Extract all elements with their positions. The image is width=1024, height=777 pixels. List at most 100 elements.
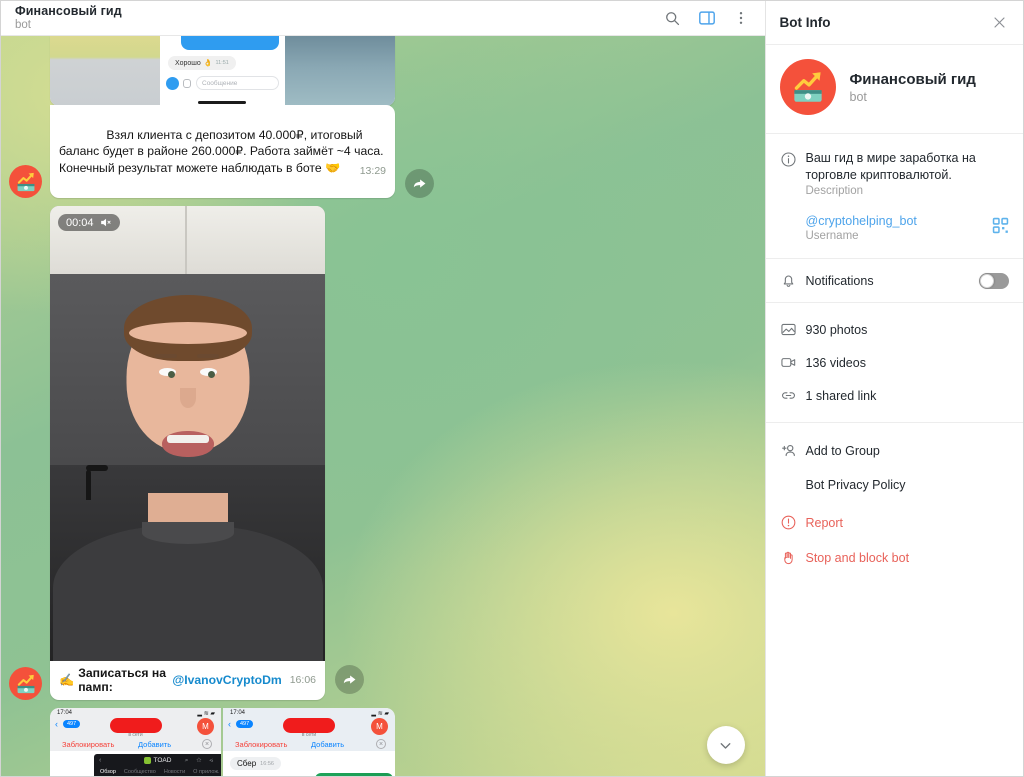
avatar[interactable] bbox=[779, 59, 836, 115]
chevron-down-icon bbox=[720, 742, 731, 749]
report-label: Report bbox=[805, 515, 844, 530]
bell-icon bbox=[780, 272, 806, 289]
bot-type: bot bbox=[849, 89, 867, 104]
sber-label: Сбер bbox=[237, 759, 257, 769]
contact-avatar-right: M bbox=[371, 718, 388, 736]
phone-call-screenshot-left[interactable]: 17:04 ▂ ≋ ▰ ‹ 497 +7 9…11 в сети M Забло… bbox=[50, 708, 221, 776]
message-row-screenshot-bottom: 17:04 ▂ ≋ ▰ ‹ 497 +7 9…11 в сети M Забло… bbox=[1, 708, 765, 776]
chart-money-icon bbox=[17, 674, 34, 693]
message-list[interactable]: Хорошо 👌 11:51 Сообщение Взял клиента с … bbox=[1, 36, 765, 776]
video-thumbnail[interactable]: 00:04 bbox=[50, 206, 325, 662]
right-panel-icon[interactable] bbox=[697, 8, 717, 28]
message-row-video: 00:04 ✍️ Записаться на памп: @IvanovCryp… bbox=[1, 206, 765, 701]
videos-row[interactable]: 136 videos bbox=[766, 346, 1024, 379]
mobile-chat-screenshot-1[interactable] bbox=[50, 36, 160, 106]
status-time-right: 17:04 bbox=[230, 710, 246, 717]
video-icon bbox=[780, 354, 806, 371]
status-time-left: 17:04 bbox=[57, 710, 73, 717]
search-icon[interactable] bbox=[663, 8, 683, 28]
chat-title: Финансовый гид bbox=[15, 3, 122, 18]
coin-name: TOAD bbox=[153, 757, 172, 765]
shared-media-section: 930 photos 136 videos 1 shared link bbox=[765, 302, 1024, 422]
video-bubble[interactable]: 00:04 ✍️ Записаться на памп: @IvanovCryp… bbox=[50, 206, 325, 701]
add-to-group-label: Add to Group bbox=[805, 444, 880, 459]
avatar[interactable] bbox=[9, 667, 42, 701]
video-message-time: 16:06 bbox=[289, 674, 316, 687]
add-label-right[interactable]: Добавить bbox=[311, 740, 344, 749]
bot-privacy-policy-row[interactable]: Bot Privacy Policy bbox=[766, 469, 1024, 501]
description-label: Description bbox=[805, 184, 864, 197]
text-bubble[interactable]: Взял клиента с депозитом 40.000₽, итогов… bbox=[50, 105, 395, 199]
bot-details-section: Ваш гид в мире заработка на торговле кри… bbox=[765, 133, 1024, 258]
caption-emoji: ✍️ bbox=[59, 673, 75, 688]
block-label-right[interactable]: Заблокировать bbox=[235, 740, 287, 749]
notifications-toggle[interactable] bbox=[979, 272, 1009, 289]
description-text: Ваш гид в мире заработка на торговле кри… bbox=[805, 151, 976, 182]
caption-text: Записаться на памп: bbox=[78, 666, 167, 695]
message-row-text: Взял клиента с депозитом 40.000₽, итогов… bbox=[1, 105, 765, 199]
more-vertical-icon[interactable] bbox=[731, 8, 751, 28]
close-icon[interactable] bbox=[989, 13, 1009, 33]
add-label-left[interactable]: Добавить bbox=[138, 740, 171, 749]
bot-profile: Финансовый гид bot bbox=[766, 45, 1024, 133]
notifications-section: Notifications bbox=[765, 258, 1024, 302]
video-duration-badge: 00:04 bbox=[58, 214, 120, 232]
videos-label: 136 videos bbox=[805, 355, 866, 370]
username-label: Username bbox=[805, 230, 859, 243]
bot-info-panel: Bot Info Финансовый гид bot Ваш гид в ми… bbox=[764, 1, 1024, 776]
block-label-left[interactable]: Заблокировать bbox=[62, 740, 114, 749]
video-caption: ✍️ Записаться на памп: @IvanovCryptoDm 1… bbox=[50, 661, 325, 700]
bot-profile-text: Финансовый гид bot bbox=[850, 71, 976, 104]
photos-label: 930 photos bbox=[805, 322, 868, 337]
caption-mention[interactable]: @IvanovCryptoDm bbox=[172, 673, 281, 687]
photo-icon bbox=[780, 321, 806, 338]
message-row-screenshot-top: Хорошо 👌 11:51 Сообщение bbox=[1, 36, 765, 106]
photo-group-bottom[interactable]: 17:04 ▂ ≋ ▰ ‹ 497 +7 9…11 в сети M Забло… bbox=[50, 708, 395, 776]
info-icon bbox=[780, 150, 806, 168]
chat-header-info[interactable]: Финансовый гид bot bbox=[15, 3, 122, 32]
username-row[interactable]: @cryptohelping_bot Username bbox=[766, 203, 1024, 249]
message-time: 13:29 bbox=[359, 164, 386, 177]
message-text: Взял клиента с депозитом 40.000₽, итогов… bbox=[59, 128, 387, 177]
phone-call-screenshot-right[interactable]: 17:04 ▂ ≋ ▰ ‹ 497 +7 9…11 в сети M Забло… bbox=[223, 708, 395, 776]
sber-time: 16:56 bbox=[260, 760, 274, 767]
bot-info-title: Bot Info bbox=[779, 15, 831, 30]
chat-column: Финансовый гид bot Хорошо 👌 11:51 Сообще… bbox=[1, 1, 765, 776]
photo-group-panes[interactable]: Хорошо 👌 11:51 Сообщение bbox=[50, 36, 395, 106]
chart-money-icon bbox=[17, 172, 34, 191]
chart-money-icon bbox=[793, 72, 822, 102]
mobile-chat-screenshot-2[interactable]: Хорошо 👌 11:51 Сообщение bbox=[160, 36, 285, 106]
notifications-label: Notifications bbox=[805, 273, 874, 288]
speaker-muted-icon bbox=[100, 218, 111, 227]
chat-subtitle: bot bbox=[15, 19, 31, 32]
forward-arrow-icon[interactable] bbox=[335, 665, 364, 695]
video-duration: 00:04 bbox=[66, 216, 94, 229]
links-label: 1 shared link bbox=[805, 388, 877, 403]
chat-header-actions bbox=[663, 8, 751, 28]
bot-name: Финансовый гид bbox=[849, 70, 976, 88]
chat-message-area: Хорошо 👌 11:51 Сообщение Взял клиента с … bbox=[1, 36, 765, 776]
bot-info-header: Bot Info bbox=[765, 1, 1023, 45]
bot-actions-section: Add to Group Bot Privacy Policy Report S… bbox=[765, 422, 1024, 585]
add-user-icon bbox=[780, 442, 806, 460]
telegram-window: Финансовый гид bot Хорошо 👌 11:51 Сообще… bbox=[0, 0, 1024, 777]
avatar[interactable] bbox=[9, 165, 42, 199]
scroll-to-bottom-button[interactable] bbox=[706, 726, 745, 764]
forward-arrow-icon[interactable] bbox=[405, 169, 434, 199]
links-row[interactable]: 1 shared link bbox=[766, 379, 1024, 412]
qr-code-icon[interactable] bbox=[992, 217, 1009, 239]
stop-and-block-bot-label: Stop and block bot bbox=[805, 550, 910, 565]
contact-avatar-left: M bbox=[197, 718, 214, 736]
photo-group-top[interactable]: Хорошо 👌 11:51 Сообщение bbox=[50, 36, 395, 106]
stop-hand-icon bbox=[780, 549, 806, 566]
stop-and-block-bot-row[interactable]: Stop and block bot bbox=[766, 540, 1024, 575]
report-icon bbox=[780, 514, 806, 531]
chat-header: Финансовый гид bot bbox=[1, 1, 765, 36]
mobile-chat-screenshot-3[interactable] bbox=[285, 36, 395, 106]
photos-row[interactable]: 930 photos bbox=[766, 313, 1024, 346]
add-to-group-row[interactable]: Add to Group bbox=[766, 433, 1024, 469]
description-row: Ваш гид в мире заработка на торговле кри… bbox=[766, 142, 1024, 203]
notifications-row[interactable]: Notifications bbox=[766, 265, 1024, 296]
report-row[interactable]: Report bbox=[766, 505, 1024, 540]
username-value[interactable]: @cryptohelping_bot bbox=[806, 213, 1010, 230]
